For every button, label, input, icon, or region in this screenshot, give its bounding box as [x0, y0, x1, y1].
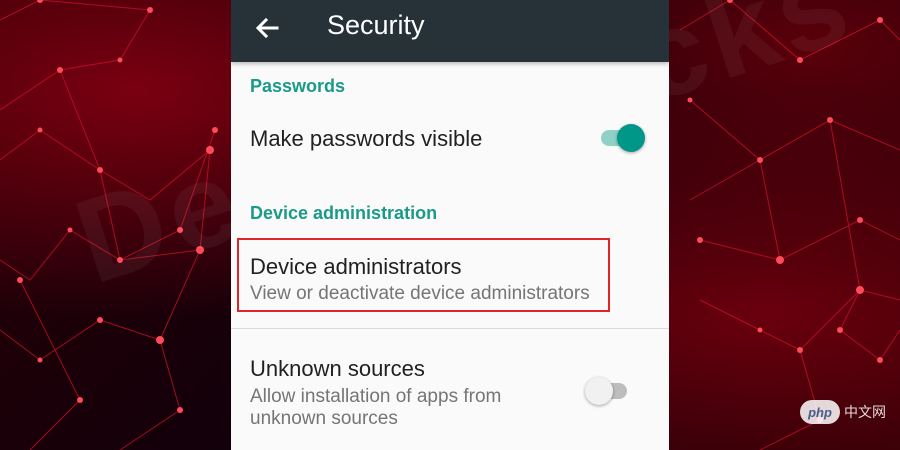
unknown-sources-switch[interactable] — [585, 376, 635, 406]
corner-logo: php 中文网 — [800, 400, 886, 424]
unknown-sources-row[interactable]: Unknown sources Allow installation of ap… — [231, 340, 669, 450]
app-bar: Security — [231, 0, 669, 62]
back-button[interactable] — [251, 12, 283, 44]
section-header-passwords: Passwords — [250, 76, 346, 96]
unknown-sources-summary-line2: unknown sources — [250, 408, 398, 429]
unknown-sources-label: Unknown sources — [250, 356, 425, 381]
divider — [231, 328, 669, 329]
php-logo-text: 中文网 — [844, 404, 886, 420]
switch-thumb — [585, 377, 613, 405]
settings-screen: Security Passwords Make passwords visibl… — [231, 0, 669, 450]
make-passwords-visible-row[interactable]: Make passwords visible — [231, 104, 669, 174]
switch-thumb — [617, 124, 645, 152]
make-passwords-visible-switch[interactable] — [597, 123, 647, 153]
php-logo-icon: php — [800, 400, 840, 424]
section-header-device-administration: Device administration — [250, 203, 438, 223]
arrow-left-icon — [255, 17, 279, 39]
highlight-box — [237, 238, 610, 312]
unknown-sources-summary-line1: Allow installation of apps from — [250, 386, 502, 407]
page-title: Security — [327, 10, 425, 40]
make-passwords-visible-label: Make passwords visible — [250, 126, 483, 151]
